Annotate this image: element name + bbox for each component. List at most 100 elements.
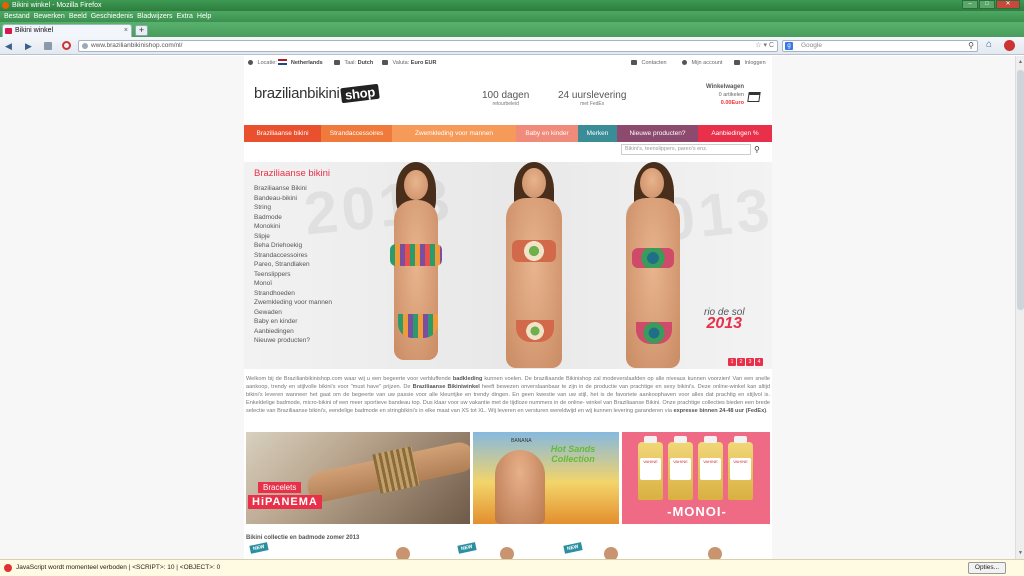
promo-banners: Bracelets HiPANEMA BANANA Hot Sands Coll… [246,432,770,524]
forward-arrow-icon[interactable]: ▶ [25,41,32,51]
cat-link-gewaden[interactable]: Gewaden [254,308,369,318]
shopping-cart[interactable]: Winkelwagen 0 artikelen 0.00Euro [706,83,761,107]
nav-nieuwe-producten[interactable]: Nieuwe producten? [617,125,698,142]
account-link[interactable]: Mijn account [682,58,722,68]
window-titlebar: Bikini winkel - Mozilla Firefox – □ ✕ [0,0,1024,11]
address-bar[interactable]: www.brazilianbikinishop.com/nl/ ☆ ▾ C [78,40,778,52]
maximize-button[interactable]: □ [979,0,995,9]
cat-link-teenslippers[interactable]: Teenslippers [254,270,369,280]
main-navigation: Braziliaanse bikini Strandaccessoires Zw… [244,125,772,142]
cat-link-badmode[interactable]: Badmode [254,213,369,223]
google-engine-icon[interactable]: g [785,42,793,50]
cat-link-strandhoeden[interactable]: Strandhoeden [254,289,369,299]
site-search-input[interactable]: Bikini's, teenslippers, pareo's enz. [621,144,751,155]
tab-bikini-winkel[interactable]: Bikini winkel × [2,24,132,37]
cat-link-string[interactable]: String [254,203,369,213]
back-arrow-icon[interactable]: ◀ [5,41,12,51]
url-text: www.brazilianbikinishop.com/nl/ [91,42,183,49]
language-selector[interactable]: Taal: Dutch [334,58,373,68]
login-link[interactable]: Inloggen [734,58,766,68]
hero-banner[interactable]: 2013 2013 Braziliaanse bikini Braziliaan… [244,162,772,369]
adblock-icon[interactable] [1004,40,1015,51]
favicon-icon [5,28,12,34]
tab-close-icon[interactable]: × [124,25,128,37]
locale-selector[interactable]: Locatie: Netherlands [248,58,323,68]
currency-selector[interactable]: Valuta: Euro EUR [382,58,436,68]
menu-bladwijzers[interactable]: Bladwijzers [135,11,174,22]
cat-link-braziliaanse-bikini[interactable]: Braziliaanse Bikini [254,184,369,194]
menu-beeld[interactable]: Beeld [67,11,89,22]
cat-link-zwemkleding-mannen[interactable]: Zwemkleding voor mannen [254,298,369,308]
slide-dot-1[interactable]: 1 [728,358,736,366]
slide-dot-3[interactable]: 3 [746,358,754,366]
noscript-icon[interactable] [62,41,71,50]
cat-link-pareo[interactable]: Pareo, Strandlaken [254,260,369,270]
tab-label: Bikini winkel [15,27,54,34]
cat-link-beha-driehoekig[interactable]: Beha Driehoekig [254,241,369,251]
bracelets-banner[interactable]: Bracelets HiPANEMA [246,432,470,524]
window-title: Bikini winkel - Mozilla Firefox [12,2,102,9]
new-tab-button[interactable]: + [135,25,148,36]
nav-braziliaanse-bikini[interactable]: Braziliaanse bikini [244,125,321,142]
cat-link-bandeau-bikini[interactable]: Bandeau-bikini [254,194,369,204]
cat-link-monoi[interactable]: Monoï [254,279,369,289]
options-button[interactable]: Opties... [968,562,1006,574]
menu-bestand[interactable]: Bestand [2,11,32,22]
window-controls: – □ ✕ [962,0,1020,9]
search-icon[interactable]: ⚲ [968,41,974,51]
cat-link-nieuwe-producten[interactable]: Nieuwe producten? [254,336,369,346]
site-identity-icon[interactable] [82,43,88,49]
product-thumbnail[interactable] [396,547,410,559]
nav-strandaccessoires[interactable]: Strandaccessoires [321,125,392,142]
vertical-scrollbar[interactable]: ▲ ▼ [1015,56,1024,559]
slide-dot-4[interactable]: 4 [755,358,763,366]
cat-link-baby-en-kinder[interactable]: Baby en kinder [254,317,369,327]
menu-geschiedenis[interactable]: Geschiedenis [89,11,135,22]
product-strip: NEW NEW NEW [246,542,770,559]
menu-bewerken[interactable]: Bewerken [32,11,67,22]
product-thumbnail[interactable] [604,547,618,559]
menu-help[interactable]: Help [195,11,213,22]
new-badge: NEW [457,542,477,554]
site-search-icon[interactable]: ⚲ [754,145,760,154]
close-window-button[interactable]: ✕ [996,0,1020,9]
contact-link[interactable]: Contacten [631,58,667,68]
cat-link-slipje[interactable]: Slipje [254,232,369,242]
hot-sands-brand: BANANA [511,438,532,444]
bookmark-star-icon[interactable]: ☆ ▾ C [755,41,774,51]
monoi-banner[interactable]: VAHINE VAHINE VAHINE VAHINE -MONOI- [622,432,770,524]
scroll-up-icon[interactable]: ▲ [1017,58,1024,66]
utility-bar: Locatie: Netherlands Taal: Dutch Valuta:… [244,58,772,68]
monoi-bottle-label-1: VAHINE [640,458,661,480]
product-thumbnail[interactable] [500,547,514,559]
location-pin-icon [248,60,253,65]
usp-returns: 100 dagen retourbeleid [482,90,530,107]
slider-pagination: 1 2 3 4 [728,358,763,366]
new-badge: NEW [249,542,269,554]
nav-zwemkleding-mannen[interactable]: Zwemkleding voor mannen [392,125,516,142]
addon-icon[interactable] [44,42,52,50]
netherlands-flag-icon [278,59,288,65]
cat-link-aanbiedingen[interactable]: Aanbiedingen [254,327,369,337]
cat-link-strandaccessoires[interactable]: Strandaccessoires [254,251,369,261]
nav-merken[interactable]: Merken [578,125,617,142]
monoi-title: -MONOI- [667,504,727,519]
browser-search-box[interactable]: g Google ⚲ [782,40,978,52]
site-logo[interactable]: brazilianbikini shop [254,83,380,104]
menu-bar: Bestand Bewerken Beeld Geschiedenis Blad… [0,11,1024,22]
menu-extra[interactable]: Extra [175,11,195,22]
hot-sands-banner[interactable]: BANANA Hot Sands Collection [473,432,619,524]
nav-baby-en-kinder[interactable]: Baby en kinder [516,125,578,142]
home-icon[interactable]: ⌂ [986,40,992,50]
firefox-icon [2,2,9,9]
product-thumbnail[interactable] [708,547,722,559]
slide-dot-2[interactable]: 2 [737,358,745,366]
scrollbar-thumb[interactable] [1017,70,1024,310]
cat-link-monokini[interactable]: Monokini [254,222,369,232]
minimize-button[interactable]: – [962,0,978,9]
monoi-bottle-label-3: VAHINE [700,458,721,480]
nav-aanbiedingen[interactable]: Aanbiedingen % [698,125,772,142]
monoi-bottle-label-2: VAHINE [670,458,691,480]
scroll-down-icon[interactable]: ▼ [1017,549,1024,557]
collection-heading: Bikini collectie en badmode zomer 2013 [246,535,360,541]
